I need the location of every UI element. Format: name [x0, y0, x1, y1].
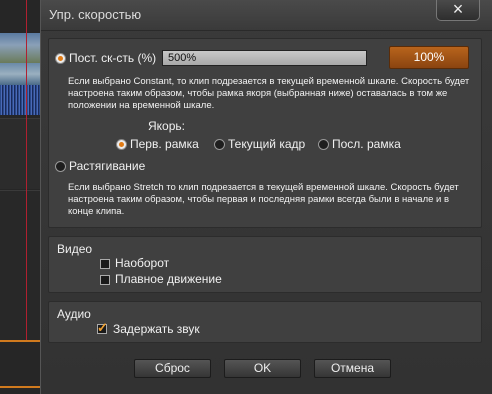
- close-button[interactable]: ×: [436, 0, 480, 21]
- reverse-label: Наоборот: [115, 256, 170, 270]
- timeline-clip-thumbnail: [0, 63, 40, 85]
- timeline-selection-line: [0, 386, 40, 388]
- timeline-playhead[interactable]: [26, 0, 27, 340]
- reverse-checkbox[interactable]: [100, 259, 110, 269]
- timeline-track: [0, 118, 40, 189]
- audio-title: Аудио: [57, 307, 91, 321]
- speed-value-field[interactable]: 500%: [162, 50, 367, 66]
- timeline-clip-thumbnail: [0, 33, 40, 63]
- anchor-current-frame-radio[interactable]: [214, 139, 225, 150]
- dialog-title: Упр. скоростью: [49, 7, 142, 22]
- anchor-last-frame-label: Посл. рамка: [332, 137, 401, 151]
- reset-percent-button[interactable]: 100%: [389, 46, 469, 69]
- constant-speed-label: Пост. ск-сть (%): [69, 51, 157, 65]
- video-title: Видео: [57, 242, 93, 256]
- constant-description: Если выбрано Constant, то клип подрезает…: [68, 76, 470, 111]
- smooth-motion-checkbox[interactable]: [100, 275, 110, 285]
- video-panel: [48, 236, 482, 293]
- smooth-motion-label: Плавное движение: [115, 272, 222, 286]
- anchor-last-frame-radio[interactable]: [318, 139, 329, 150]
- title-bar[interactable]: Упр. скоростью ×: [41, 0, 492, 31]
- ok-button[interactable]: OK: [224, 359, 301, 378]
- anchor-first-frame-label: Перв. рамка: [130, 137, 199, 151]
- hold-audio-label: Задержать звук: [113, 322, 200, 336]
- hold-audio-checkbox[interactable]: [97, 320, 108, 336]
- cancel-button[interactable]: Отмена: [314, 359, 391, 378]
- stretch-label: Растягивание: [69, 159, 146, 173]
- anchor-label: Якорь:: [148, 119, 185, 133]
- anchor-current-frame-label: Текущий кадр: [228, 137, 306, 151]
- timeline-background: [0, 0, 40, 394]
- constant-speed-radio[interactable]: [55, 53, 66, 64]
- timeline-audio-waveform: [0, 85, 40, 115]
- timeline-track: [0, 190, 40, 341]
- close-icon: ×: [452, 0, 464, 19]
- stretch-description: Если выбрано Stretch то клип подрезается…: [68, 182, 459, 217]
- reset-button[interactable]: Сброс: [134, 359, 211, 378]
- timeline-selection-line: [0, 340, 40, 342]
- stretch-radio[interactable]: [55, 161, 66, 172]
- anchor-first-frame-radio[interactable]: [116, 139, 127, 150]
